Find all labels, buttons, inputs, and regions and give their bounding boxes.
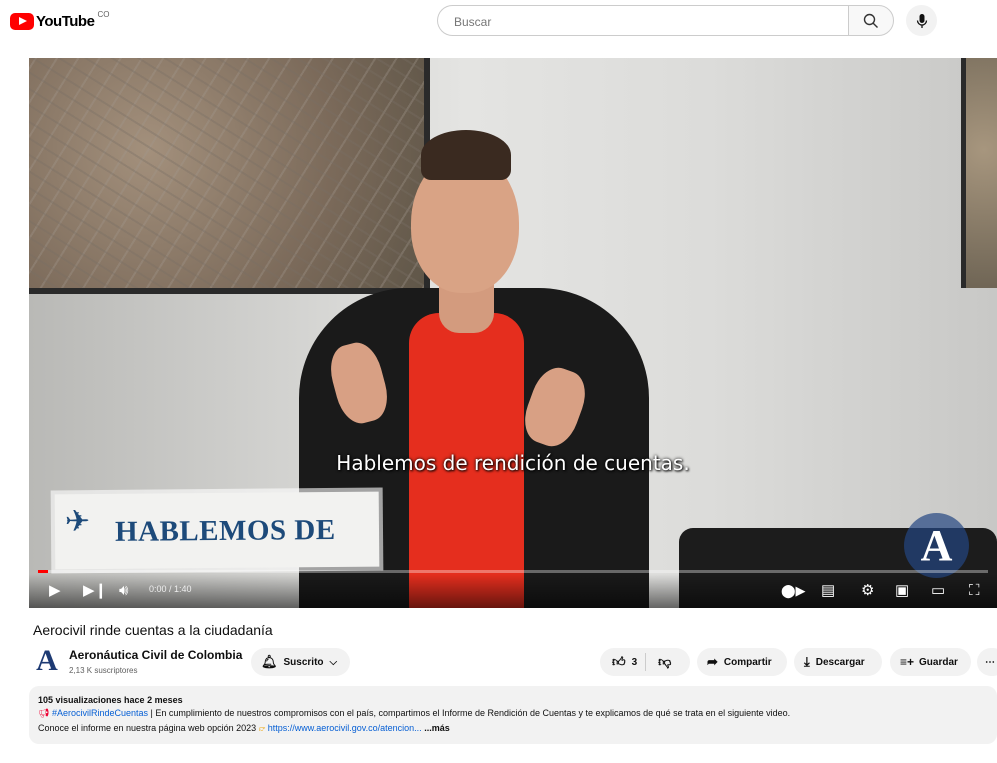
description-box[interactable]: 105 visualizaciones hace 2 meses 📢︎ #Aer… (29, 686, 997, 744)
search-icon (863, 13, 878, 28)
share-button[interactable]: ➦ Compartir (697, 648, 787, 676)
volume-icon[interactable]: 🔊︎ (119, 581, 128, 601)
settings-icon[interactable]: ⚙ (861, 581, 874, 601)
chevron-down-icon: ⌵ (329, 656, 338, 668)
channel-watermark[interactable]: A (904, 513, 969, 578)
description-text-2: Conoce el informe en nuestra página web … (38, 723, 259, 733)
next-icon[interactable]: ▶❙ (83, 581, 107, 601)
play-icon[interactable]: ▶ (49, 581, 61, 601)
bell-icon: 🔔︎ (261, 654, 278, 669)
time-display: 0:00 / 1:40 (149, 584, 192, 594)
voice-search-button[interactable] (906, 5, 937, 36)
progress-fill (38, 570, 48, 573)
country-code: CO (97, 9, 110, 19)
search-box (437, 5, 848, 37)
add-to-playlist-icon: ≡+ (900, 655, 915, 669)
save-button[interactable]: ≡+ Guardar (890, 648, 971, 676)
subscriber-count: 2,13 K suscriptores (69, 666, 138, 675)
thumbs-up-icon: 👍︎ (612, 654, 626, 669)
theater-mode-icon[interactable]: ▭ (931, 581, 945, 601)
hashtag-link[interactable]: #AerocivilRindeCuentas (52, 708, 148, 718)
video-title: Aerocivil rinde cuentas a la ciudadanía (33, 622, 273, 638)
youtube-play-icon (10, 12, 34, 30)
more-actions-button[interactable]: ⋯ (977, 648, 997, 676)
megaphone-icon: 📢︎ (38, 708, 52, 718)
progress-bar[interactable] (38, 570, 988, 573)
download-button[interactable]: ⤓ Descargar (794, 648, 882, 676)
channel-name[interactable]: Aeronáutica Civil de Colombia (69, 648, 242, 662)
dislike-button[interactable]: 👎︎ (646, 654, 671, 670)
search-button[interactable] (848, 5, 894, 36)
wall-map-right (961, 58, 997, 288)
subtitles-icon[interactable]: ▤ (821, 581, 835, 601)
share-icon: ➦ (707, 654, 718, 669)
description-line-1: 📢︎ #AerocivilRindeCuentas | En cumplimie… (38, 707, 988, 720)
autoplay-toggle[interactable]: ⬤▶ (781, 581, 806, 601)
website-link[interactable]: https://www.aerocivil.gov.co/atencion... (268, 723, 422, 733)
fullscreen-icon[interactable]: ⛶ (969, 581, 980, 601)
youtube-logo[interactable]: YouTube CO (10, 10, 109, 32)
description-line-2: Conoce el informe en nuestra página web … (38, 722, 988, 735)
player-controls: ▶ ▶❙ 🔊︎ 0:00 / 1:40 ⬤▶ ▤ ⚙ ▣ ▭ ⛶ (29, 574, 997, 608)
miniplayer-icon[interactable]: ▣ (895, 581, 909, 601)
channel-avatar[interactable]: A (32, 644, 62, 677)
subscribed-label: Suscrito (283, 656, 324, 668)
more-icon: ⋯ (985, 656, 995, 668)
download-icon: ⤓ (804, 654, 810, 669)
logo-text: YouTube (36, 12, 95, 30)
pointing-hand-icon: 👉︎ (258, 723, 268, 733)
thumbs-down-icon: 👎︎ (658, 654, 672, 669)
overlay-banner: ✈ HABLEMOS DE (54, 491, 380, 570)
save-label: Guardar (919, 656, 958, 668)
download-label: Descargar (815, 656, 865, 668)
view-count-date: 105 visualizaciones hace 2 meses (38, 695, 183, 705)
like-count: 3 (631, 656, 638, 668)
top-bar: YouTube CO (0, 0, 997, 44)
microphone-icon (916, 13, 927, 28)
video-player[interactable]: Hablemos de rendición de cuentas. ✈ HABL… (29, 58, 997, 608)
show-more-link[interactable]: ...más (424, 723, 450, 733)
like-button[interactable]: 👍︎ 3 (600, 653, 647, 671)
like-dislike-group: 👍︎ 3 👎︎ (600, 648, 690, 676)
video-caption: Hablemos de rendición de cuentas. (336, 451, 690, 475)
overlay-banner-text: HABLEMOS DE (114, 513, 336, 548)
description-text-1: | En cumplimiento de nuestros compromiso… (148, 708, 791, 718)
share-label: Compartir (723, 656, 772, 668)
search-input[interactable] (452, 6, 836, 37)
subscribed-button[interactable]: 🔔︎ Suscrito ⌵ (251, 648, 350, 676)
presenter-hair (421, 130, 511, 180)
airplane-icon: ✈ (64, 505, 91, 539)
wall-map-left (29, 58, 430, 294)
